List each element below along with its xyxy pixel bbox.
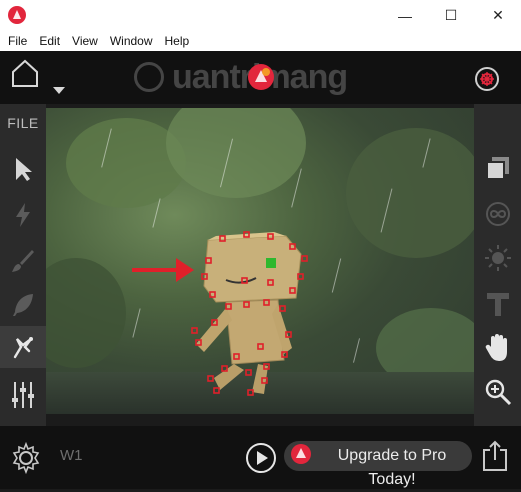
app-logo-icon (247, 63, 275, 96)
window-titlebar: — ☐ ✕ (0, 0, 521, 32)
puppet-pin-icon[interactable] (0, 326, 46, 368)
layers-icon[interactable] (474, 148, 521, 188)
minimize-button[interactable]: — (382, 0, 428, 31)
zoom-icon[interactable] (474, 372, 521, 412)
upgrade-button[interactable]: Upgrade to Pro Today! (284, 441, 472, 488)
sliders-icon[interactable] (0, 374, 46, 416)
play-icon[interactable] (245, 442, 277, 479)
upgrade-label: Upgrade to Pro Today! (312, 444, 472, 492)
menu-view[interactable]: View (66, 34, 104, 48)
app-logo-icon (290, 443, 312, 470)
lightning-icon[interactable] (0, 194, 46, 236)
gear-icon[interactable] (10, 441, 42, 479)
menu-bar: File Edit View Window Help (0, 31, 521, 51)
red-arrow-icon (132, 258, 194, 282)
brush-icon[interactable] (0, 240, 46, 282)
bottom-bar: W1 Upgrade to Pro Today! (0, 426, 521, 489)
share-icon[interactable] (482, 440, 508, 477)
feather-icon[interactable] (0, 284, 46, 326)
hand-icon[interactable] (474, 328, 521, 368)
chevron-down-icon[interactable] (53, 82, 65, 100)
text-icon[interactable] (474, 284, 521, 324)
brightness-icon[interactable] (474, 238, 521, 278)
layer-label: W1 (60, 447, 83, 464)
home-icon[interactable] (10, 58, 40, 93)
menu-window[interactable]: Window (104, 34, 159, 48)
left-toolbar: FILE (0, 104, 46, 426)
select-arrow-icon[interactable] (0, 148, 46, 190)
canvas-area[interactable] (46, 104, 474, 426)
right-toolbar (474, 104, 521, 426)
app-logo-icon (8, 6, 26, 24)
close-button[interactable]: ✕ (475, 0, 521, 31)
upgrade-label-line1: Upgrade to Pro (337, 447, 447, 464)
file-button[interactable]: FILE (0, 115, 46, 131)
loop-icon[interactable] (474, 194, 521, 234)
upgrade-label-line2: Today! (368, 471, 416, 488)
menu-file[interactable]: File (0, 34, 33, 48)
watermark: uantrimang (134, 51, 348, 103)
network-icon[interactable] (474, 66, 500, 97)
photo-canvas[interactable] (46, 108, 474, 414)
app-header: uantrimang (0, 51, 521, 104)
bulb-icon (134, 62, 164, 92)
menu-help[interactable]: Help (159, 34, 196, 48)
menu-edit[interactable]: Edit (33, 34, 66, 48)
maximize-button[interactable]: ☐ (428, 0, 474, 31)
